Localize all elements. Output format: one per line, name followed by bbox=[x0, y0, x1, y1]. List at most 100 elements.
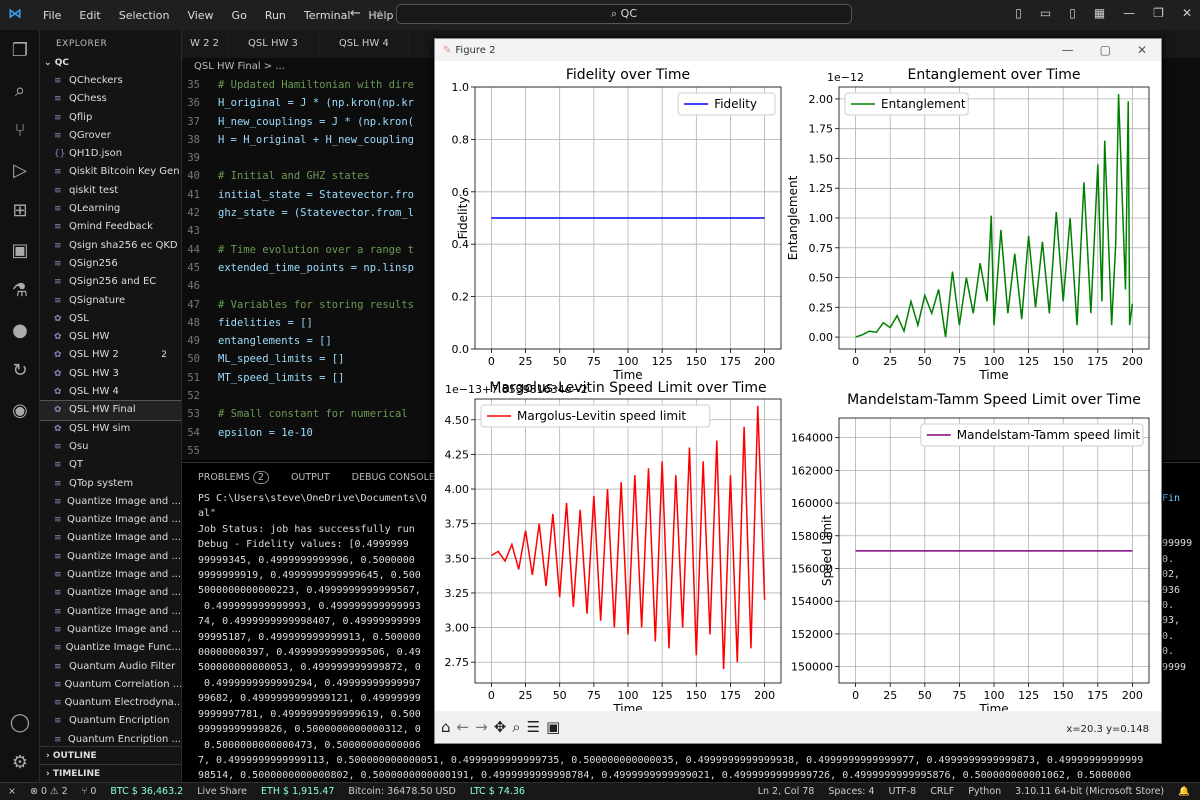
file-item[interactable]: ≡ Quantum Audio Filter bbox=[40, 658, 181, 676]
figure-minimize-icon[interactable]: — bbox=[1062, 43, 1074, 57]
file-item[interactable]: ≡ Quantize Image and ... bbox=[40, 603, 181, 621]
menu-selection[interactable]: Selection bbox=[110, 9, 179, 22]
tab-qsl-hw-4[interactable]: QSL HW 4 bbox=[319, 30, 410, 58]
file-item[interactable]: ≡ Quantize Image and ... bbox=[40, 621, 181, 639]
file-item[interactable]: ≡ QGrover bbox=[40, 127, 181, 145]
menu-go[interactable]: Go bbox=[223, 9, 256, 22]
save-figure-icon[interactable]: ▣ bbox=[546, 718, 560, 736]
remote-explorer-icon[interactable]: ▣ bbox=[0, 230, 40, 270]
pan-icon[interactable]: ✥ bbox=[494, 718, 507, 736]
indentation[interactable]: Spaces: 4 bbox=[828, 786, 874, 797]
figure-canvas[interactable]: 0 25 50 75 100 125 150 175 2000.00.20.40.60.81.0… bbox=[435, 61, 1161, 711]
encoding[interactable]: UTF-8 bbox=[889, 786, 917, 797]
file-item[interactable]: ✿ QSL HW bbox=[40, 328, 181, 346]
language-mode[interactable]: Python bbox=[968, 786, 1001, 797]
live-share-icon[interactable]: ↻ bbox=[0, 350, 40, 390]
file-item[interactable]: ✿ QSL HW sim bbox=[40, 420, 181, 438]
file-item[interactable]: ≡ Qsign sha256 ec QKD bbox=[40, 237, 181, 255]
file-item[interactable]: ≡ Quantum Encription bbox=[40, 712, 181, 730]
layout-secondary-icon[interactable]: ▯ bbox=[1069, 6, 1076, 20]
outline-section[interactable]: › OUTLINE bbox=[40, 746, 181, 764]
file-item[interactable]: ≡ Quantize Image and ... bbox=[40, 529, 181, 547]
file-item[interactable]: ≡ Quantize Image and ... bbox=[40, 584, 181, 602]
file-item[interactable]: ≡ QT bbox=[40, 456, 181, 474]
tab-qsl-hw-2[interactable]: W 2 2 bbox=[182, 30, 228, 58]
file-item[interactable]: ≡ QSignature bbox=[40, 292, 181, 310]
home-icon[interactable]: ⌂ bbox=[441, 718, 451, 736]
file-item[interactable]: ≡ QTop system bbox=[40, 475, 181, 493]
configure-subplots-icon[interactable]: ☰ bbox=[527, 718, 540, 736]
forward-arrow-icon[interactable]: → bbox=[372, 6, 383, 21]
file-item[interactable]: {} QH1D.json bbox=[40, 145, 181, 163]
tab-debug-console[interactable]: DEBUG CONSOLE bbox=[352, 472, 435, 483]
command-center-search[interactable]: ⌕ QC bbox=[396, 4, 852, 24]
file-item[interactable]: ≡ Quantize Image Func... bbox=[40, 639, 181, 657]
tab-qsl-hw-3[interactable]: QSL HW 3 bbox=[228, 30, 319, 58]
notifications-bell-icon[interactable]: 🔔 bbox=[1178, 786, 1190, 797]
cursor-position[interactable]: Ln 2, Col 78 bbox=[758, 786, 815, 797]
file-item[interactable]: ≡ Qsu bbox=[40, 438, 181, 456]
ports-status[interactable]: ⑂ 0 bbox=[82, 786, 97, 797]
source-control-icon[interactable]: ⑂ bbox=[0, 110, 40, 150]
settings-gear-icon[interactable]: ⚙ bbox=[0, 742, 40, 782]
menu-view[interactable]: View bbox=[178, 9, 222, 22]
account-icon[interactable]: ◯ bbox=[0, 702, 40, 742]
file-item[interactable]: ≡ QSign256 bbox=[40, 255, 181, 273]
problems-status[interactable]: ⊗ 0 ⚠ 2 bbox=[30, 786, 68, 797]
forward-icon[interactable]: → bbox=[475, 718, 488, 736]
crypto-extension-icon[interactable]: ◉ bbox=[0, 390, 40, 430]
extensions-icon[interactable]: ⊞ bbox=[0, 190, 40, 230]
menu-edit[interactable]: Edit bbox=[70, 9, 109, 22]
file-item[interactable]: ≡ QSign256 and EC bbox=[40, 273, 181, 291]
restore-icon[interactable]: ❐ bbox=[1153, 6, 1164, 20]
live-share-status[interactable]: Live Share bbox=[197, 786, 247, 797]
figure-close-icon[interactable]: ✕ bbox=[1137, 43, 1147, 57]
github-icon[interactable]: ● bbox=[0, 310, 40, 350]
minimize-icon[interactable]: — bbox=[1123, 6, 1135, 20]
ltc-price[interactable]: LTC $ 74.36 bbox=[470, 786, 525, 797]
file-item[interactable]: ≡ Qmind Feedback bbox=[40, 218, 181, 236]
file-item[interactable]: ≡ Quantize Image and ... bbox=[40, 566, 181, 584]
layout-customize-icon[interactable]: ▦ bbox=[1094, 6, 1105, 20]
folder-root[interactable]: ⌄ QC bbox=[40, 58, 181, 72]
figure-maximize-icon[interactable]: ▢ bbox=[1100, 43, 1111, 57]
file-item[interactable]: ≡ Quantum Electrodyna... bbox=[40, 694, 181, 712]
file-item[interactable]: ≡ QChess bbox=[40, 90, 181, 108]
file-item[interactable]: ≡ Quantize Image and ... bbox=[40, 511, 181, 529]
timeline-section[interactable]: › TIMELINE bbox=[40, 764, 181, 782]
remote-icon[interactable]: ⨯ bbox=[8, 786, 16, 797]
file-item[interactable]: ✿ QSL HW Final bbox=[40, 400, 181, 421]
bitcoin-price[interactable]: Bitcoin: 36478.50 USD bbox=[348, 786, 455, 797]
file-item[interactable]: ✿ QSL HW 3 bbox=[40, 365, 181, 383]
file-item[interactable]: ≡ Qflip bbox=[40, 109, 181, 127]
search-view-icon[interactable]: ⌕ bbox=[0, 70, 40, 110]
close-icon[interactable]: ✕ bbox=[1182, 6, 1192, 20]
explorer-icon[interactable]: ❐ bbox=[0, 30, 40, 70]
file-item[interactable]: ≡ QCheckers bbox=[40, 72, 181, 90]
file-item[interactable]: ✿ QSL bbox=[40, 310, 181, 328]
file-item[interactable]: ≡ QLearning bbox=[40, 200, 181, 218]
testing-icon[interactable]: ⚗ bbox=[0, 270, 40, 310]
tab-output[interactable]: OUTPUT bbox=[291, 472, 330, 483]
layout-sidebar-icon[interactable]: ▯ bbox=[1015, 6, 1022, 20]
back-icon[interactable]: ← bbox=[457, 718, 470, 736]
btc-price[interactable]: BTC $ 36,463.2 bbox=[110, 786, 183, 797]
tab-problems[interactable]: PROBLEMS 2 bbox=[198, 470, 269, 484]
file-item[interactable]: ≡ Quantize Image and ... bbox=[40, 548, 181, 566]
menu-file[interactable]: File bbox=[34, 9, 70, 22]
end-of-line[interactable]: CRLF bbox=[930, 786, 954, 797]
file-item[interactable]: ≡ Quantize Image and ... bbox=[40, 493, 181, 511]
line-number: 39 bbox=[187, 152, 200, 165]
layout-panel-icon[interactable]: ▭ bbox=[1040, 6, 1051, 20]
eth-price[interactable]: ETH $ 1,915.47 bbox=[261, 786, 334, 797]
file-item[interactable]: ≡ Qiskit Bitcoin Key Gen bbox=[40, 163, 181, 181]
menu-run[interactable]: Run bbox=[256, 9, 295, 22]
file-item[interactable]: ✿ QSL HW 2 2 bbox=[40, 346, 181, 364]
zoom-icon[interactable]: ⌕ bbox=[512, 718, 520, 736]
run-debug-icon[interactable]: ▷ bbox=[0, 150, 40, 190]
file-item[interactable]: ✿ QSL HW 4 bbox=[40, 383, 181, 401]
file-item[interactable]: ≡ qiskit test bbox=[40, 182, 181, 200]
python-interpreter[interactable]: 3.10.11 64-bit (Microsoft Store) bbox=[1015, 786, 1164, 797]
back-arrow-icon[interactable]: ← bbox=[350, 6, 361, 21]
file-item[interactable]: ≡ Quantum Correlation ... bbox=[40, 676, 181, 694]
